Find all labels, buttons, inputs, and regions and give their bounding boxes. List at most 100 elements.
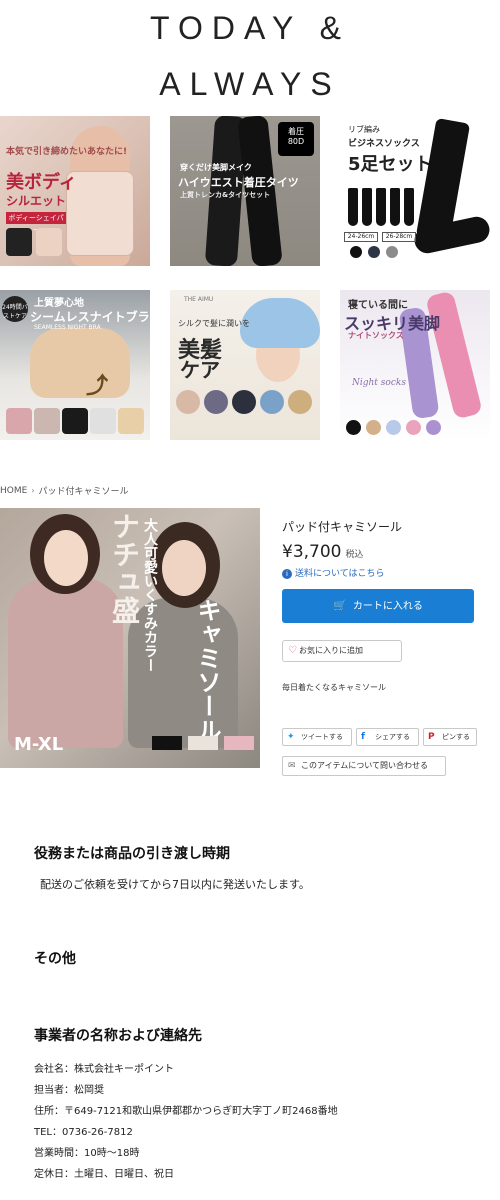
contact-person: 担当者：松岡奨 — [34, 1085, 104, 1096]
banner-text: ナイトソックス — [348, 331, 404, 340]
banner-text: 上質トレンカ&タイツセット — [180, 191, 271, 199]
business-hours: 営業時間：10時〜18時 — [34, 1148, 140, 1159]
sock-image — [348, 188, 358, 226]
product-image[interactable]: 大人可愛いくすみカラー ナチュ盛 キャミソール M-XL — [0, 508, 260, 768]
price-value: ¥3,700 — [282, 542, 342, 562]
size-label: 24-26cm — [344, 232, 378, 242]
banner-text: ハイウエスト着圧タイツ — [178, 176, 299, 189]
breadcrumb-home[interactable]: HOME — [0, 486, 27, 496]
banner-socks[interactable]: リブ編み ビジネスソックス 5足セット 24-26cm 26-28cm — [340, 116, 490, 266]
mail-icon: ✉ — [288, 761, 296, 771]
color-swatch — [204, 390, 228, 414]
color-dot — [386, 420, 401, 435]
tweet-label: ツイートする — [301, 733, 343, 741]
add-to-favorites-button[interactable]: ♡ お気に入りに追加 — [282, 640, 402, 662]
model-face — [44, 530, 88, 586]
banner-text: 5足セット — [348, 154, 433, 175]
shipping-link-text: 送料についてはこちら — [295, 569, 385, 579]
pin-label: ピンする — [442, 733, 470, 741]
color-swatch — [288, 390, 312, 414]
color-dot — [386, 246, 398, 258]
product-thumb — [6, 228, 32, 256]
facebook-label: シェアする — [375, 733, 410, 741]
banner-text: Night socks — [352, 378, 406, 388]
bra-image — [30, 328, 130, 398]
favorite-label: お気に入りに追加 — [299, 646, 363, 655]
banner-text: シルクで髪に潤いを — [178, 319, 250, 328]
twitter-icon: ✦ — [287, 732, 295, 742]
facebook-share-button[interactable]: f シェアする — [356, 728, 419, 746]
inquiry-label: このアイテムについて問い合わせる — [301, 761, 428, 770]
product-thumb — [34, 408, 60, 434]
product-thumb — [62, 408, 88, 434]
delivery-text: 配送のご依頼を受けてから7日以内に発送いたします。 — [40, 878, 310, 891]
product-thumb — [6, 408, 32, 434]
address: 住所：〒649-7121和歌山県伊都郡かつらぎ町大字丁ノ町2468番地 — [34, 1106, 338, 1117]
sock-image — [390, 188, 400, 226]
banner-text: シームレスナイトブラ — [30, 310, 150, 324]
image-text: キャミソール — [193, 598, 221, 742]
pinterest-icon: P — [428, 732, 435, 742]
tweet-button[interactable]: ✦ ツイートする — [282, 728, 352, 746]
banner-text: シルエット — [6, 194, 67, 208]
product-thumb — [118, 408, 144, 434]
model-face — [162, 540, 206, 596]
color-swatch — [224, 736, 254, 750]
shipping-info-link[interactable]: i 送料についてはこちら — [282, 566, 385, 579]
tax-label: 税込 — [345, 550, 364, 560]
color-dot — [350, 246, 362, 258]
banner-grid: 本気で引き締めたいあなたに! 美ボディ シルエット ボディーシェイパー 着圧 8… — [0, 116, 500, 440]
sock-image — [404, 188, 414, 226]
chevron-right-icon: › — [31, 486, 35, 495]
color-dot — [426, 420, 441, 435]
contact-heading: 事業者の名称および連絡先 — [34, 1028, 202, 1044]
banner-tights[interactable]: 着圧 80D 穿くだけ美脚メイク ハイウエスト着圧タイツ 上質トレンカ&タイツセ… — [170, 116, 320, 266]
banner-tag: ボディーシェイパー — [6, 212, 66, 234]
brand-text: THE AIMU — [184, 296, 214, 303]
sock-image — [376, 188, 386, 226]
facebook-icon: f — [361, 732, 365, 742]
pinterest-button[interactable]: P ピンする — [423, 728, 477, 746]
banner-text: 寝ている間に — [348, 300, 408, 311]
product-description: 毎日着たくなるキャミソール — [282, 683, 386, 692]
delivery-heading: 役務または商品の引き渡し時期 — [34, 846, 230, 862]
size-label: 26-28cm — [382, 232, 416, 242]
logo-line-1: TODAY & — [150, 10, 350, 46]
color-swatch — [152, 736, 182, 750]
banner-text: ケア — [180, 358, 220, 382]
banner-text: リブ編み — [348, 125, 380, 134]
product-thumb — [36, 228, 62, 256]
banner-night-socks[interactable]: 寝ている間に スッキリ美脚 ナイトソックス Night socks — [340, 290, 490, 440]
closed-days: 定休日：土曜日、日曜日、祝日 — [34, 1169, 174, 1180]
banner-text: 本気で引き締めたいあなたに! — [6, 147, 128, 157]
inquiry-button[interactable]: ✉ このアイテムについて問い合わせる — [282, 756, 446, 776]
breadcrumb: HOME › パッド付キャミソール — [0, 484, 129, 498]
banner-silk-cap[interactable]: シルクで髪に潤いを 美髪 ケア THE AIMU — [170, 290, 320, 440]
banner-text: 美ボディ — [6, 172, 77, 193]
badge-text: 着圧 — [288, 127, 304, 136]
logo-line-2: ALWAYS — [159, 66, 341, 102]
color-swatch — [188, 736, 218, 750]
color-dot — [406, 420, 421, 435]
info-icon: i — [282, 569, 292, 579]
silk-cap-image — [240, 298, 320, 348]
color-swatch — [176, 390, 200, 414]
badge-24h: 24時間バストケア — [2, 296, 28, 322]
banner-text: 穿くだけ美脚メイク — [180, 163, 252, 172]
cart-icon: 🛒 — [333, 599, 347, 612]
color-dot — [346, 420, 361, 435]
breadcrumb-current: パッド付キャミソール — [38, 487, 129, 497]
image-text: ナチュ盛 — [108, 512, 141, 624]
banner-body-shaper[interactable]: 本気で引き締めたいあなたに! 美ボディ シルエット ボディーシェイパー — [0, 116, 150, 266]
heart-icon: ♡ — [288, 645, 297, 656]
color-swatch — [260, 390, 284, 414]
banner-night-bra[interactable]: ⤴ 24時間バストケア 上質夢心地 シームレスナイトブラ SEAMLESS NI… — [0, 290, 150, 440]
add-to-cart-button[interactable]: 🛒 カートに入れる — [282, 589, 474, 623]
color-swatch — [232, 390, 256, 414]
cart-button-label: カートに入れる — [352, 601, 423, 612]
product-price: ¥3,700 税込 — [282, 542, 364, 562]
banner-text: SEAMLESS NIGHT BRA — [34, 324, 101, 331]
sock-image — [362, 188, 372, 226]
phone: TEL：0736-26-7812 — [34, 1127, 133, 1138]
color-dot — [366, 420, 381, 435]
